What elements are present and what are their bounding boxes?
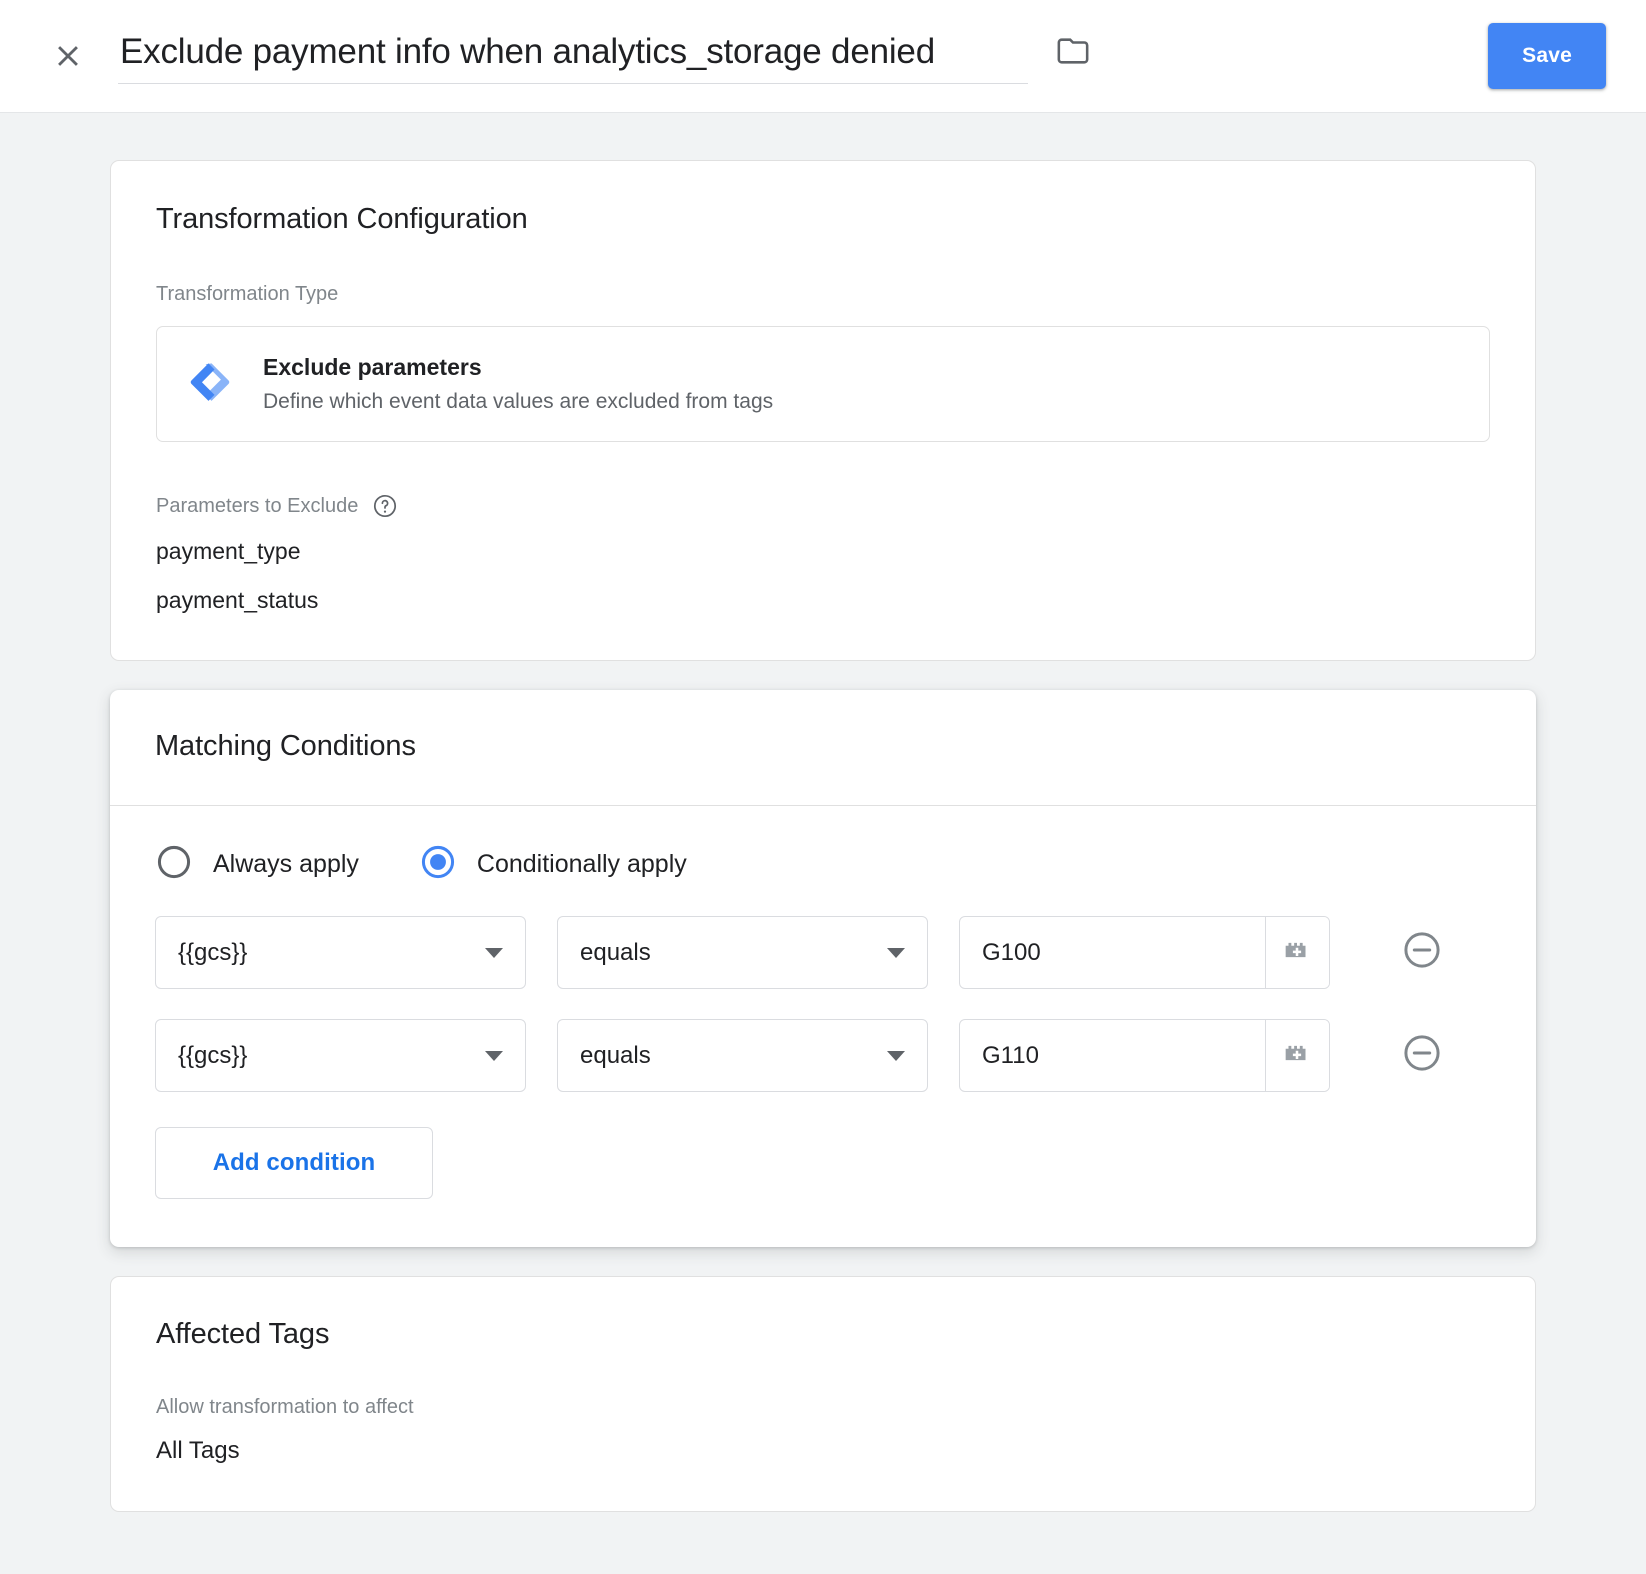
radio-conditionally-apply[interactable]: Conditionally apply	[419, 843, 687, 886]
matching-conditions-header: Matching Conditions	[110, 690, 1536, 805]
folder-icon	[1056, 34, 1090, 73]
condition-variable-select[interactable]: {{gcs}}	[155, 916, 526, 989]
condition-variable-select[interactable]: {{gcs}}	[155, 1019, 526, 1092]
condition-value-input[interactable]	[960, 1020, 1265, 1091]
condition-value-input[interactable]	[960, 917, 1265, 988]
folder-button[interactable]	[1050, 30, 1096, 76]
remove-circle-icon	[1401, 929, 1443, 976]
matching-conditions-title: Matching Conditions	[155, 730, 416, 762]
transformation-name-input[interactable]	[118, 27, 1028, 85]
condition-row: {{gcs}} equals	[155, 916, 1491, 989]
affected-tags-sub-label: Allow transformation to affect	[156, 1396, 414, 1418]
radio-always-apply-label: Always apply	[213, 850, 359, 878]
condition-value-field	[959, 1019, 1330, 1092]
condition-operator-value: equals	[580, 938, 651, 966]
affected-tags-title: Affected Tags	[156, 1318, 330, 1350]
transformation-type-label: Transformation Type	[156, 283, 339, 305]
condition-row: {{gcs}} equals	[155, 1019, 1491, 1092]
matching-conditions-card: Matching Conditions Always apply Conditi…	[110, 690, 1536, 1247]
condition-operator-select[interactable]: equals	[557, 1019, 928, 1092]
transformation-type-texts: Exclude parameters Define which event da…	[263, 354, 773, 414]
title-area	[118, 27, 1096, 85]
affected-tags-value: All Tags	[156, 1437, 240, 1464]
chevron-down-icon	[887, 1050, 905, 1061]
condition-value-field	[959, 916, 1330, 989]
apply-mode-radio-group: Always apply Conditionally apply	[155, 843, 1491, 886]
add-condition-button[interactable]: Add condition	[155, 1127, 433, 1199]
radio-checked-icon	[419, 843, 457, 886]
variable-picker-button[interactable]	[1264, 917, 1329, 988]
app-bar: Save	[0, 0, 1646, 113]
parameters-label-row: Parameters to Exclude	[156, 493, 1490, 519]
transformation-configuration-card: Transformation Configuration Transformat…	[110, 160, 1536, 661]
transformation-type-name: Exclude parameters	[263, 354, 482, 380]
condition-operator-select[interactable]: equals	[557, 916, 928, 989]
chevron-down-icon	[485, 1050, 503, 1061]
radio-unchecked-icon	[155, 843, 193, 886]
close-icon	[51, 39, 85, 73]
lego-brick-plus-icon	[1280, 1036, 1314, 1075]
condition-operator-value: equals	[580, 1041, 651, 1069]
save-button[interactable]: Save	[1488, 23, 1606, 89]
excluded-parameter-item: payment_type	[156, 538, 301, 564]
radio-always-apply[interactable]: Always apply	[155, 843, 359, 886]
transformation-configuration-title: Transformation Configuration	[156, 203, 528, 235]
radio-conditionally-apply-label: Conditionally apply	[476, 850, 687, 878]
remove-condition-button[interactable]	[1399, 1033, 1445, 1079]
excluded-parameter-item: payment_status	[156, 587, 319, 613]
condition-variable-value: {{gcs}}	[178, 938, 248, 966]
chevron-down-icon	[485, 947, 503, 958]
transformation-type-description: Define which event data values are exclu…	[263, 390, 774, 413]
affected-tags-card: Affected Tags Allow transformation to af…	[110, 1276, 1536, 1512]
remove-circle-icon	[1401, 1032, 1443, 1079]
variable-picker-button[interactable]	[1264, 1020, 1329, 1091]
gtm-diamond-icon	[187, 359, 233, 410]
remove-condition-button[interactable]	[1399, 930, 1445, 976]
parameters-to-exclude-label: Parameters to Exclude	[156, 494, 359, 517]
transformation-type-tile[interactable]: Exclude parameters Define which event da…	[156, 326, 1490, 442]
matching-conditions-body: Always apply Conditionally apply {{gcs}}	[110, 806, 1536, 1247]
close-button[interactable]	[44, 32, 92, 80]
chevron-down-icon	[887, 947, 905, 958]
page-body: Transformation Configuration Transformat…	[0, 113, 1646, 1512]
condition-variable-value: {{gcs}}	[178, 1041, 248, 1069]
lego-brick-plus-icon	[1280, 933, 1314, 972]
help-circle-icon[interactable]	[372, 493, 398, 519]
